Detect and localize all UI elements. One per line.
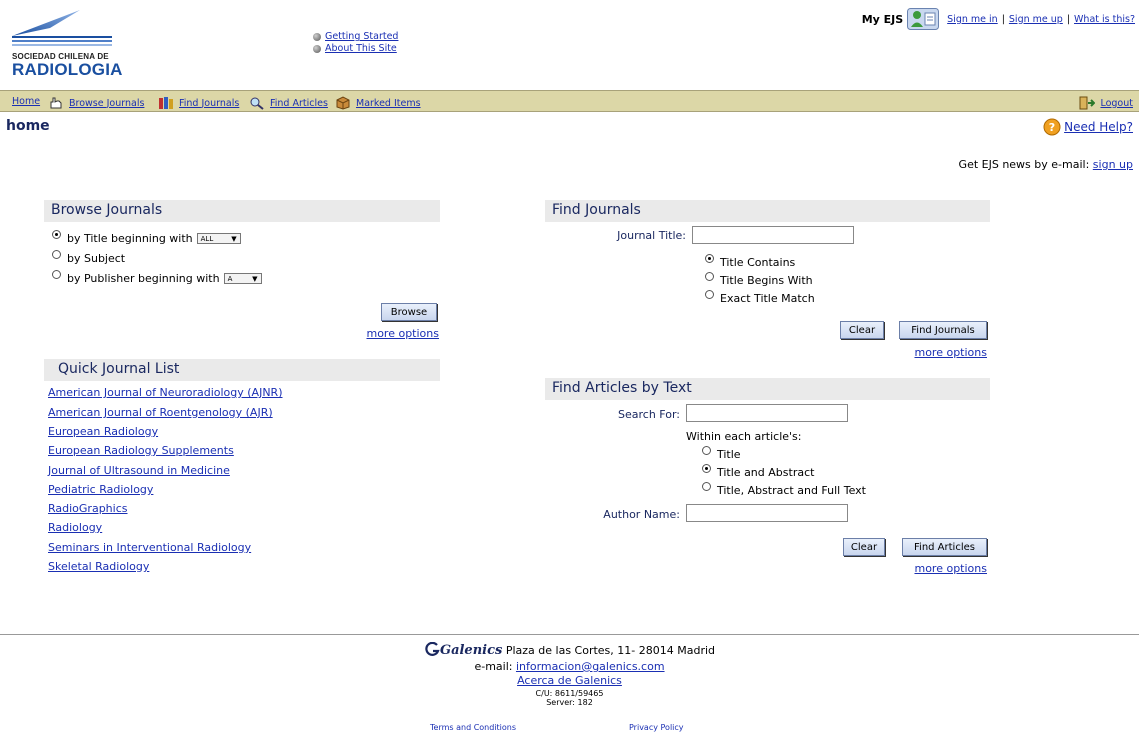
about-site-link[interactable]: About This Site	[325, 43, 397, 55]
svg-text:?: ?	[1049, 121, 1055, 134]
what-is-this-link[interactable]: What is this?	[1074, 14, 1135, 25]
journal-title-label: Journal Title:	[617, 229, 686, 242]
my-ejs-user-icon	[907, 8, 940, 30]
search-for-label: Search For:	[618, 408, 680, 421]
chevron-down-icon: ▼	[231, 234, 237, 243]
news-text: Get EJS news by e-mail:	[958, 158, 1090, 171]
author-name-label: Author Name:	[603, 508, 680, 521]
page-title: home	[6, 118, 50, 134]
browse-more-options-link[interactable]: more options	[366, 327, 439, 340]
need-help: ? Need Help?	[1043, 118, 1133, 136]
journal-link[interactable]: Pediatric Radiology	[48, 483, 153, 496]
browse-journals-heading: Browse Journals	[44, 200, 440, 222]
radio-title-begins[interactable]	[705, 272, 714, 281]
nav-find-journals[interactable]: Find Journals	[179, 98, 239, 109]
galenics-logo-icon	[425, 641, 440, 656]
journal-title-input[interactable]	[692, 226, 854, 244]
news-signup: Get EJS news by e-mail: sign up	[959, 158, 1133, 171]
journal-link[interactable]: American Journal of Neuroradiology (AJNR…	[48, 386, 283, 399]
bullet-icon	[313, 33, 321, 41]
find-articles-clear-button[interactable]: Clear	[843, 538, 885, 556]
browse-button[interactable]: Browse	[381, 303, 437, 321]
publisher-letter-select[interactable]: A ▼	[223, 273, 262, 284]
sign-in-link[interactable]: Sign me in	[947, 14, 998, 25]
nav-marked-items[interactable]: Marked Items	[356, 98, 421, 109]
browse-by-subject-option[interactable]: by Subject	[52, 250, 125, 265]
quick-list-heading: Quick Journal List	[44, 359, 440, 381]
nav-browse-journals[interactable]: Browse Journals	[69, 98, 144, 109]
my-ejs-bar: My EJS Sign me in | Sign me up | What is…	[862, 8, 1135, 30]
title-contains-option[interactable]: Title Contains	[705, 254, 795, 269]
browse-by-publisher-option[interactable]: by Publisher beginning with A ▼	[52, 270, 262, 285]
find-journals-more-options-link[interactable]: more options	[914, 346, 987, 359]
sign-up-link[interactable]: Sign me up	[1009, 14, 1063, 25]
nav-bar: Home Browse Journals Find Journals Find …	[0, 90, 1139, 112]
magnifier-icon	[250, 97, 264, 110]
box-icon	[336, 96, 350, 110]
email-label: e-mail:	[474, 660, 513, 673]
journal-link[interactable]: American Journal of Roentgenology (AJR)	[48, 406, 273, 419]
hand-icon	[50, 97, 62, 109]
footer-cu: C/U: 8611/59465	[535, 689, 604, 698]
radio-search-full-text[interactable]	[702, 482, 711, 491]
top-info-links: Getting Started About This Site	[313, 31, 398, 55]
about-galenics-link[interactable]: Acerca de Galenics	[517, 674, 622, 687]
need-help-link[interactable]: Need Help?	[1064, 120, 1133, 134]
find-articles-more-options-link[interactable]: more options	[914, 562, 987, 575]
radio-title-contains[interactable]	[705, 254, 714, 263]
footer-address: Galenics Plaza de las Cortes, 11- 28014 …	[0, 641, 1139, 658]
find-articles-heading: Find Articles by Text	[545, 378, 990, 400]
radio-by-publisher[interactable]	[52, 270, 61, 279]
address-text: Plaza de las Cortes, 11- 28014 Madrid	[505, 644, 716, 657]
nav-home[interactable]: Home	[12, 96, 40, 107]
news-signup-link[interactable]: sign up	[1093, 158, 1133, 171]
privacy-link[interactable]: Privacy Policy	[629, 723, 684, 732]
title-begins-option[interactable]: Title Begins With	[705, 272, 813, 287]
journal-link[interactable]: RadioGraphics	[48, 502, 128, 515]
getting-started-link[interactable]: Getting Started	[325, 31, 398, 43]
terms-link[interactable]: Terms and Conditions	[430, 723, 516, 732]
journal-link[interactable]: Seminars in Interventional Radiology	[48, 541, 251, 554]
books-icon	[159, 97, 173, 109]
footer-divider	[0, 634, 1139, 635]
chevron-down-icon: ▼	[252, 274, 258, 283]
author-name-input[interactable]	[686, 504, 848, 522]
footer-server: Server: 182	[546, 698, 593, 707]
galenics-brand: Galenics	[439, 643, 503, 658]
journal-link[interactable]: European Radiology Supplements	[48, 444, 234, 457]
my-ejs-label: My EJS	[861, 12, 904, 26]
search-title-abstract-option[interactable]: Title and Abstract	[702, 464, 814, 479]
exact-title-option[interactable]: Exact Title Match	[705, 290, 815, 305]
find-articles-button[interactable]: Find Articles	[902, 538, 987, 556]
radio-exact-title[interactable]	[705, 290, 714, 299]
radio-search-title-abstract[interactable]	[702, 464, 711, 473]
radio-search-title[interactable]	[702, 446, 711, 455]
journal-link[interactable]: Skeletal Radiology	[48, 560, 149, 573]
journal-link[interactable]: Journal of Ultrasound in Medicine	[48, 464, 230, 477]
title-letter-select[interactable]: ALL ▼	[196, 233, 241, 244]
footer-about: Acerca de Galenics	[0, 674, 1139, 687]
find-journals-heading: Find Journals	[545, 200, 990, 222]
help-icon[interactable]: ?	[1043, 118, 1061, 136]
browse-by-title-option[interactable]: by Title beginning with ALL ▼	[52, 230, 241, 245]
email-link[interactable]: informacion@galenics.com	[516, 660, 665, 673]
radio-by-title[interactable]	[52, 230, 61, 239]
search-title-option[interactable]: Title	[702, 446, 741, 461]
journal-link[interactable]: Radiology	[48, 521, 102, 534]
radio-by-subject[interactable]	[52, 250, 61, 259]
nav-find-articles[interactable]: Find Articles	[270, 98, 328, 109]
nav-logout[interactable]: Logout	[1100, 98, 1133, 109]
search-for-input[interactable]	[686, 404, 848, 422]
logo-text-radiologia: RADIOLOGIA	[12, 60, 123, 79]
logout-icon	[1079, 96, 1096, 110]
journal-link[interactable]: European Radiology	[48, 425, 158, 438]
within-label: Within each article's:	[686, 430, 802, 443]
search-full-text-option[interactable]: Title, Abstract and Full Text	[702, 482, 866, 497]
footer-email: e-mail: informacion@galenics.com	[0, 660, 1139, 673]
find-journals-clear-button[interactable]: Clear	[840, 321, 884, 339]
find-journals-button[interactable]: Find Journals	[899, 321, 987, 339]
bullet-icon	[313, 45, 321, 53]
